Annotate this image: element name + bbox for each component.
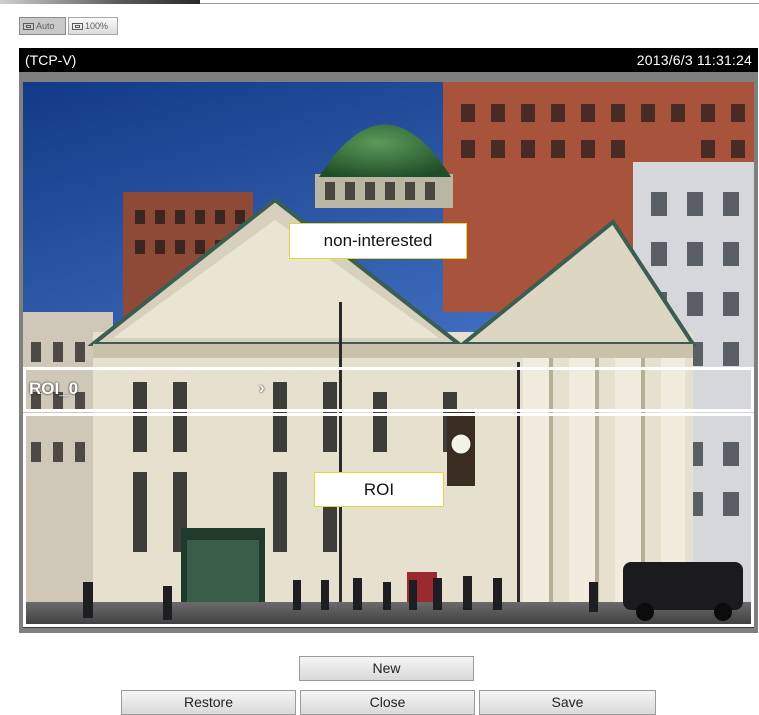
restore-button[interactable]: Restore — [121, 690, 296, 715]
roi-window-bar[interactable] — [23, 367, 754, 412]
roi-window-body[interactable] — [23, 413, 754, 627]
roi-label: ROI — [314, 472, 444, 507]
video-timestamp: 2013/6/3 11:31:24 — [636, 52, 752, 68]
new-button[interactable]: New — [299, 656, 474, 681]
live-video-view[interactable]: non-interested ROI_0 › ROI — [23, 82, 754, 628]
top-divider — [0, 0, 759, 10]
video-frame: (TCP-V) 2013/6/3 11:31:24 non-interested… — [19, 48, 758, 633]
non-interested-label: non-interested — [289, 223, 467, 259]
view-auto-button[interactable]: Auto — [19, 17, 66, 35]
actual-size-icon — [72, 22, 83, 30]
close-button[interactable]: Close — [300, 690, 475, 715]
view-auto-label: Auto — [36, 21, 55, 31]
stream-protocol-label: (TCP-V) — [25, 52, 77, 68]
view-100-button[interactable]: 100% — [68, 17, 118, 35]
fit-window-icon — [23, 22, 34, 30]
video-title-bar: (TCP-V) 2013/6/3 11:31:24 — [19, 48, 758, 72]
roi-resize-arrow[interactable]: › — [259, 378, 265, 398]
save-button[interactable]: Save — [479, 690, 656, 715]
roi-window-name: ROI_0 — [29, 379, 79, 398]
view-100-label: 100% — [85, 21, 109, 31]
